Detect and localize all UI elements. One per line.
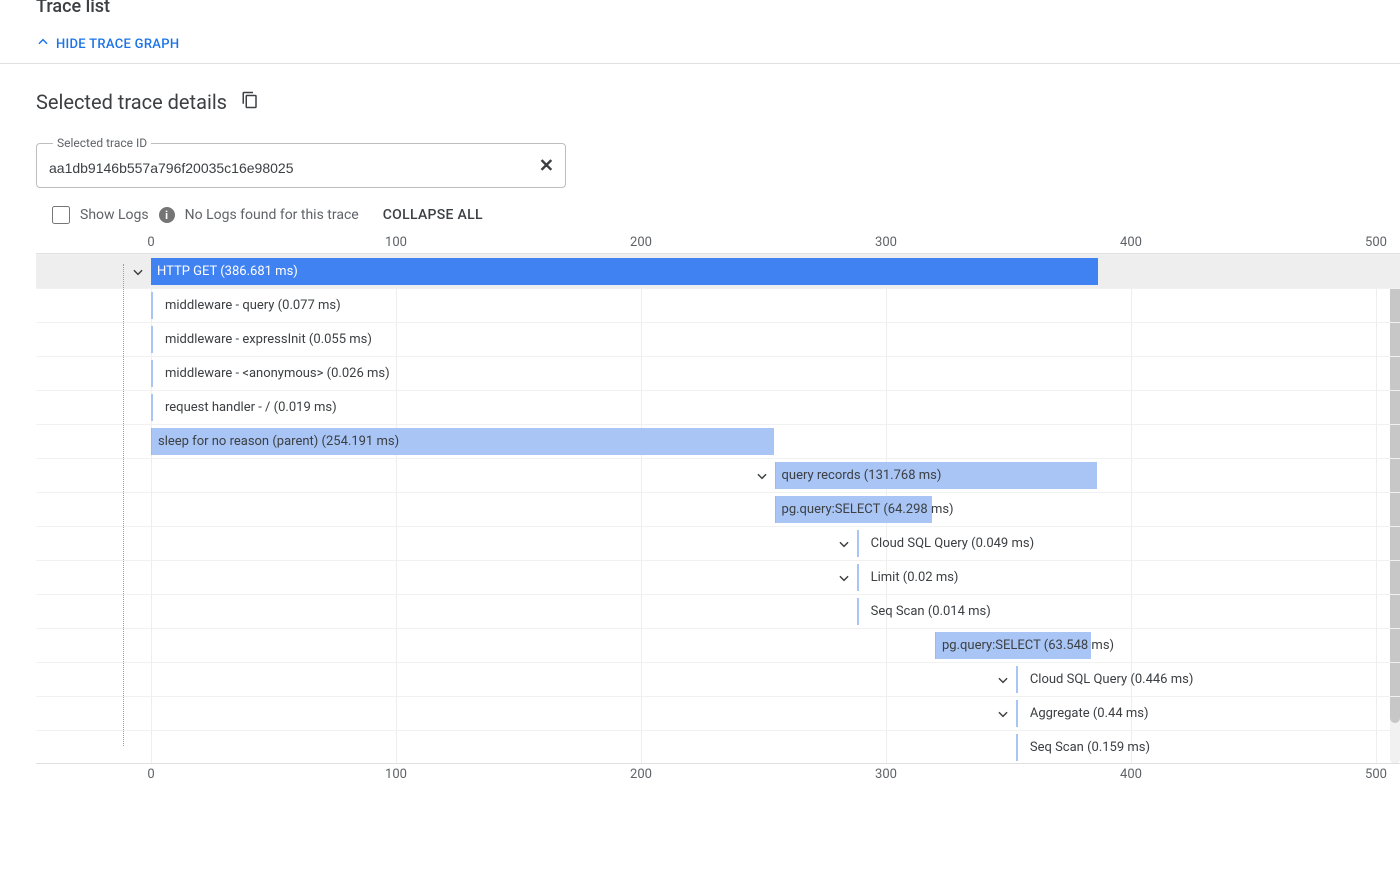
axis-tick: 500	[1365, 235, 1387, 250]
span-label: Cloud SQL Query (0.049 ms)	[865, 536, 1035, 551]
span-bar[interactable]: Aggregate (0.44 ms)	[1016, 700, 1024, 727]
span-row[interactable]: Cloud SQL Query (0.446 ms)	[36, 662, 1400, 696]
span-rows: HTTP GET (386.681 ms) middleware - query …	[36, 254, 1400, 764]
axis-tick: 200	[630, 767, 652, 782]
chevron-up-icon	[36, 35, 50, 53]
axis-tick: 100	[385, 767, 407, 782]
span-label: middleware - query (0.077 ms)	[159, 298, 341, 313]
span-label: request handler - / (0.019 ms)	[159, 400, 337, 415]
span-label: sleep for no reason (parent) (254.191 ms…	[158, 434, 399, 449]
chevron-down-icon[interactable]	[994, 671, 1012, 689]
axis-tick: 200	[630, 235, 652, 250]
trace-id-field: Selected trace ID ✕	[36, 136, 566, 188]
chevron-down-icon[interactable]	[129, 263, 147, 281]
span-bar[interactable]: sleep for no reason (parent) (254.191 ms…	[151, 428, 774, 455]
span-label: pg.query:SELECT (63.548 ms)	[942, 638, 1114, 653]
span-label: Limit (0.02 ms)	[865, 570, 959, 585]
span-bar[interactable]: Seq Scan (0.014 ms)	[857, 598, 865, 625]
chevron-down-icon[interactable]	[994, 705, 1012, 723]
span-bar[interactable]: HTTP GET (386.681 ms)	[151, 258, 1098, 285]
trace-id-input[interactable]	[49, 160, 525, 176]
span-bar[interactable]: Seq Scan (0.159 ms)	[1016, 734, 1024, 761]
span-bar[interactable]: middleware - query (0.077 ms)	[151, 292, 159, 319]
span-bar[interactable]: middleware - expressInit (0.055 ms)	[151, 326, 159, 353]
span-row[interactable]: Seq Scan (0.014 ms)	[36, 594, 1400, 628]
axis-tick: 500	[1365, 767, 1387, 782]
span-label: query records (131.768 ms)	[782, 468, 942, 483]
span-label: middleware - <anonymous> (0.026 ms)	[159, 366, 390, 381]
chevron-down-icon[interactable]	[835, 569, 853, 587]
hide-trace-graph-label: HIDE TRACE GRAPH	[56, 37, 179, 52]
time-axis-bottom: 0 100 200 300 400 500	[36, 763, 1400, 783]
span-row[interactable]: pg.query:SELECT (63.548 ms)	[36, 628, 1400, 662]
selected-trace-details-title: Selected trace details	[36, 90, 227, 114]
span-bar[interactable]: Cloud SQL Query (0.446 ms)	[1016, 666, 1024, 693]
span-bar[interactable]: request handler - / (0.019 ms)	[151, 394, 159, 421]
span-row[interactable]: middleware - query (0.077 ms)	[36, 288, 1400, 322]
span-label: Seq Scan (0.159 ms)	[1024, 740, 1150, 755]
trace-list-title: Trace list	[36, 0, 1400, 17]
span-row[interactable]: Seq Scan (0.159 ms)	[36, 730, 1400, 764]
chevron-down-icon[interactable]	[753, 467, 771, 485]
span-label: Cloud SQL Query (0.446 ms)	[1024, 672, 1194, 687]
span-bar[interactable]: Cloud SQL Query (0.049 ms)	[857, 530, 865, 557]
collapse-all-button[interactable]: COLLAPSE ALL	[383, 207, 483, 223]
chevron-down-icon[interactable]	[835, 535, 853, 553]
show-logs-label: Show Logs	[80, 207, 149, 223]
span-label: Aggregate (0.44 ms)	[1024, 706, 1149, 721]
copy-icon[interactable]	[241, 91, 259, 113]
span-row[interactable]: sleep for no reason (parent) (254.191 ms…	[36, 424, 1400, 458]
axis-tick: 0	[147, 767, 154, 782]
span-row[interactable]: Aggregate (0.44 ms)	[36, 696, 1400, 730]
span-row[interactable]: query records (131.768 ms)	[36, 458, 1400, 492]
span-label: HTTP GET (386.681 ms)	[157, 264, 298, 279]
section-divider	[0, 63, 1400, 64]
span-bar[interactable]: pg.query:SELECT (64.298 ms)	[775, 496, 933, 523]
info-icon[interactable]: i	[159, 207, 175, 223]
no-logs-message: No Logs found for this trace	[185, 207, 359, 223]
axis-tick: 100	[385, 235, 407, 250]
trace-waterfall: 0 100 200 300 400 500 HTTP GET (386.681 ms) mi…	[36, 234, 1400, 783]
axis-tick: 300	[875, 235, 897, 250]
span-bar[interactable]: query records (131.768 ms)	[775, 462, 1098, 489]
hide-trace-graph-toggle[interactable]: HIDE TRACE GRAPH	[36, 35, 1400, 53]
span-bar[interactable]: Limit (0.02 ms)	[857, 564, 865, 591]
span-label: Seq Scan (0.014 ms)	[865, 604, 991, 619]
span-row[interactable]: middleware - expressInit (0.055 ms)	[36, 322, 1400, 356]
show-logs-checkbox[interactable]	[52, 206, 70, 224]
span-row[interactable]: Cloud SQL Query (0.049 ms)	[36, 526, 1400, 560]
span-label: pg.query:SELECT (64.298 ms)	[782, 502, 954, 517]
clear-icon[interactable]: ✕	[539, 156, 554, 177]
time-axis-top: 0 100 200 300 400 500	[36, 234, 1400, 254]
span-row[interactable]: request handler - / (0.019 ms)	[36, 390, 1400, 424]
axis-tick: 300	[875, 767, 897, 782]
axis-tick: 400	[1120, 767, 1142, 782]
span-row[interactable]: pg.query:SELECT (64.298 ms)	[36, 492, 1400, 526]
span-bar[interactable]: pg.query:SELECT (63.548 ms)	[935, 632, 1091, 659]
axis-tick: 0	[147, 235, 154, 250]
span-row[interactable]: Limit (0.02 ms)	[36, 560, 1400, 594]
span-bar[interactable]: middleware - <anonymous> (0.026 ms)	[151, 360, 159, 387]
span-row[interactable]: middleware - <anonymous> (0.026 ms)	[36, 356, 1400, 390]
span-label: middleware - expressInit (0.055 ms)	[159, 332, 372, 347]
span-row[interactable]: HTTP GET (386.681 ms)	[36, 254, 1400, 288]
trace-id-label: Selected trace ID	[53, 136, 151, 150]
axis-tick: 400	[1120, 235, 1142, 250]
